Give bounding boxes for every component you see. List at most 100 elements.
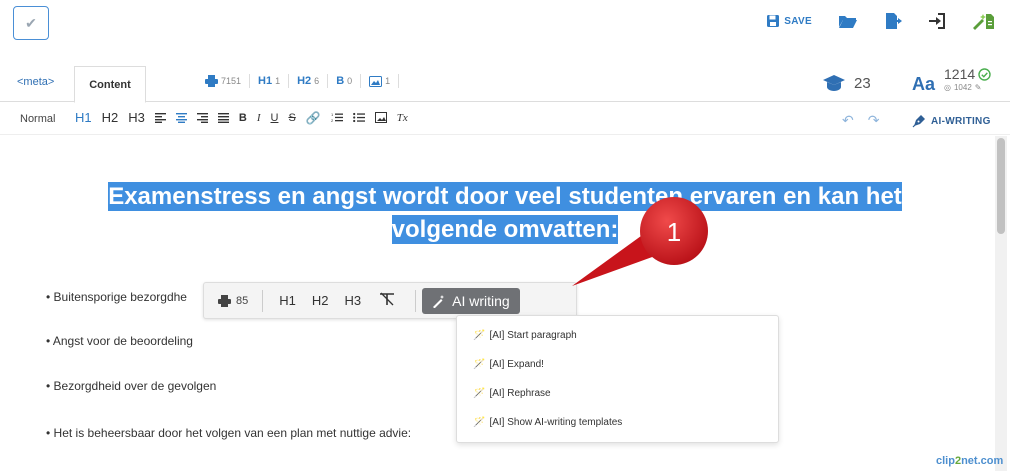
menu-item-start-paragraph[interactable]: 🪄 [AI] Start paragraph	[473, 330, 577, 341]
tab-content[interactable]: Content	[74, 66, 146, 103]
pen-nib-icon	[912, 115, 925, 128]
char-sub-value: 1042	[953, 83, 972, 92]
stat-h2-label: H2	[297, 75, 312, 87]
bubble-clear-format-icon[interactable]	[377, 292, 397, 309]
list-item: • Angst voor de beoordeling	[46, 334, 193, 348]
bubble-h3-button[interactable]: H3	[345, 293, 362, 308]
strike-button[interactable]: S	[288, 112, 295, 124]
undo-icon[interactable]: ↶	[842, 112, 854, 129]
magic-wand-icon: 🪄	[473, 388, 486, 399]
stat-words-value: 7151	[221, 76, 242, 86]
format-toolbar: Normal H1 H2 H3 B I U S 🔗 12 Tx ↶ ↷ AI-W…	[0, 103, 1010, 135]
stat-images: 1	[361, 74, 400, 88]
bullet-list-icon[interactable]	[352, 112, 365, 123]
menu-item-label: [AI] Rephrase	[489, 388, 551, 399]
edit-icon[interactable]: ✎	[975, 83, 982, 92]
image-icon	[369, 75, 383, 87]
insert-image-icon[interactable]	[374, 112, 387, 123]
editor-scrollbar[interactable]	[995, 136, 1007, 471]
top-actions: SAVE	[766, 12, 994, 30]
graduation-cap-icon	[823, 75, 845, 91]
italic-button[interactable]: I	[257, 112, 261, 124]
ai-writing-label: AI-WRITING	[931, 115, 991, 127]
open-folder-icon[interactable]	[838, 14, 858, 29]
watermark: clip2net.com	[936, 455, 1003, 467]
paragraph-style-select[interactable]: Normal	[20, 113, 55, 125]
char-counter-main: 1214	[944, 66, 991, 82]
svg-text:2: 2	[331, 118, 334, 123]
stat-h1-label: H1	[258, 75, 273, 87]
stat-bold-value: 0	[347, 76, 353, 86]
format-h1-button[interactable]: H1	[75, 110, 92, 125]
grade-indicator: 23	[822, 74, 871, 92]
heading-line-2: volgende omvatten:	[391, 215, 619, 244]
char-count-value: 1214	[944, 66, 976, 82]
selection-word-count: 85	[218, 289, 264, 312]
stat-images-value: 1	[385, 76, 391, 86]
bubble-h2-button[interactable]: H2	[312, 293, 329, 308]
stat-h1: H1 1	[250, 74, 290, 88]
printer-icon	[218, 294, 231, 307]
list-item: • Het is beheersbaar door het volgen van…	[46, 426, 412, 440]
menu-item-label: [AI] Expand!	[489, 359, 544, 370]
editor-app: ✔ SAVE <meta> Content 7151 H1 1 H2 6 B 0…	[0, 0, 1024, 471]
ordered-list-icon[interactable]: 12	[331, 112, 343, 123]
save-button[interactable]: SAVE	[766, 14, 812, 28]
magic-wand-icon	[433, 294, 445, 308]
menu-item-expand[interactable]: 🪄 [AI] Expand!	[473, 359, 544, 370]
stat-h2-value: 6	[314, 76, 320, 86]
stat-bold: B 0	[328, 74, 362, 88]
bubble-ai-writing-button[interactable]: AI writing	[422, 287, 520, 314]
menu-item-rephrase[interactable]: 🪄 [AI] Rephrase	[473, 388, 551, 399]
ai-writing-menu: 🪄 [AI] Start paragraph 🪄 [AI] Expand! 🪄 …	[456, 315, 779, 443]
bubble-ai-writing-label: AI writing	[452, 292, 510, 309]
top-bar: ✔ SAVE	[0, 0, 1024, 48]
redo-icon[interactable]: ↷	[868, 112, 880, 129]
clear-format-button[interactable]: Tx	[397, 112, 408, 124]
font-size-label[interactable]: Aa	[912, 74, 935, 95]
align-justify-icon[interactable]	[217, 112, 229, 123]
bold-button[interactable]: B	[239, 112, 247, 124]
selection-count-value: 85	[236, 294, 249, 307]
link-icon[interactable]: 🔗	[306, 111, 321, 125]
tab-row: <meta> Content 7151 H1 1 H2 6 B 0 1 23 A…	[0, 62, 1010, 103]
stat-bold-label: B	[336, 75, 345, 87]
format-h2-button[interactable]: H2	[102, 110, 119, 125]
save-label: SAVE	[784, 15, 812, 27]
format-h3-button[interactable]: H3	[128, 110, 145, 125]
char-counter: 1214 ◎ 1042 ✎	[944, 66, 991, 92]
printer-icon	[205, 75, 218, 87]
list-item: • Bezorgdheid over de gevolgen	[46, 379, 217, 393]
watermark-part1: clip	[936, 455, 955, 467]
tab-meta[interactable]: <meta>	[17, 76, 54, 88]
bubble-h1-button[interactable]: H1	[279, 293, 296, 308]
format-buttons: H1 H2 H3 B I U S 🔗 12 Tx	[75, 110, 408, 125]
check-icon: ✔	[25, 14, 37, 31]
target-icon: ◎	[944, 83, 951, 92]
content-stats: 7151 H1 1 H2 6 B 0 1	[205, 74, 400, 88]
menu-item-label: [AI] Start paragraph	[489, 330, 577, 341]
align-right-icon[interactable]	[196, 112, 208, 123]
ai-writing-button[interactable]: AI-WRITING	[912, 114, 991, 128]
menu-item-label: [AI] Show AI-writing templates	[489, 417, 623, 428]
check-button[interactable]: ✔	[13, 6, 49, 40]
scrollbar-thumb[interactable]	[997, 138, 1005, 234]
magic-file-icon[interactable]	[972, 12, 994, 30]
grade-value: 23	[854, 74, 871, 92]
list-item: • Buitensporige bezorgdhe	[46, 290, 187, 304]
selected-heading[interactable]: Examenstress en angst wordt door veel st…	[60, 180, 950, 246]
stat-h2: H2 6	[289, 74, 329, 88]
export-file-icon[interactable]	[884, 12, 902, 30]
stat-words: 7151	[205, 74, 251, 88]
underline-button[interactable]: U	[271, 112, 279, 124]
magic-wand-icon: 🪄	[473, 359, 486, 370]
menu-item-show-templates[interactable]: 🪄 [AI] Show AI-writing templates	[473, 417, 622, 428]
align-left-icon[interactable]	[154, 112, 166, 123]
magic-wand-icon: 🪄	[473, 330, 486, 341]
align-center-icon[interactable]	[175, 112, 187, 123]
import-icon[interactable]	[928, 12, 946, 30]
watermark-part3: net.com	[961, 455, 1004, 467]
char-counter-sub: ◎ 1042 ✎	[944, 83, 991, 92]
floppy-disk-icon	[767, 15, 780, 27]
selection-bubble-toolbar: 85 H1 H2 H3 AI writing	[203, 282, 577, 319]
